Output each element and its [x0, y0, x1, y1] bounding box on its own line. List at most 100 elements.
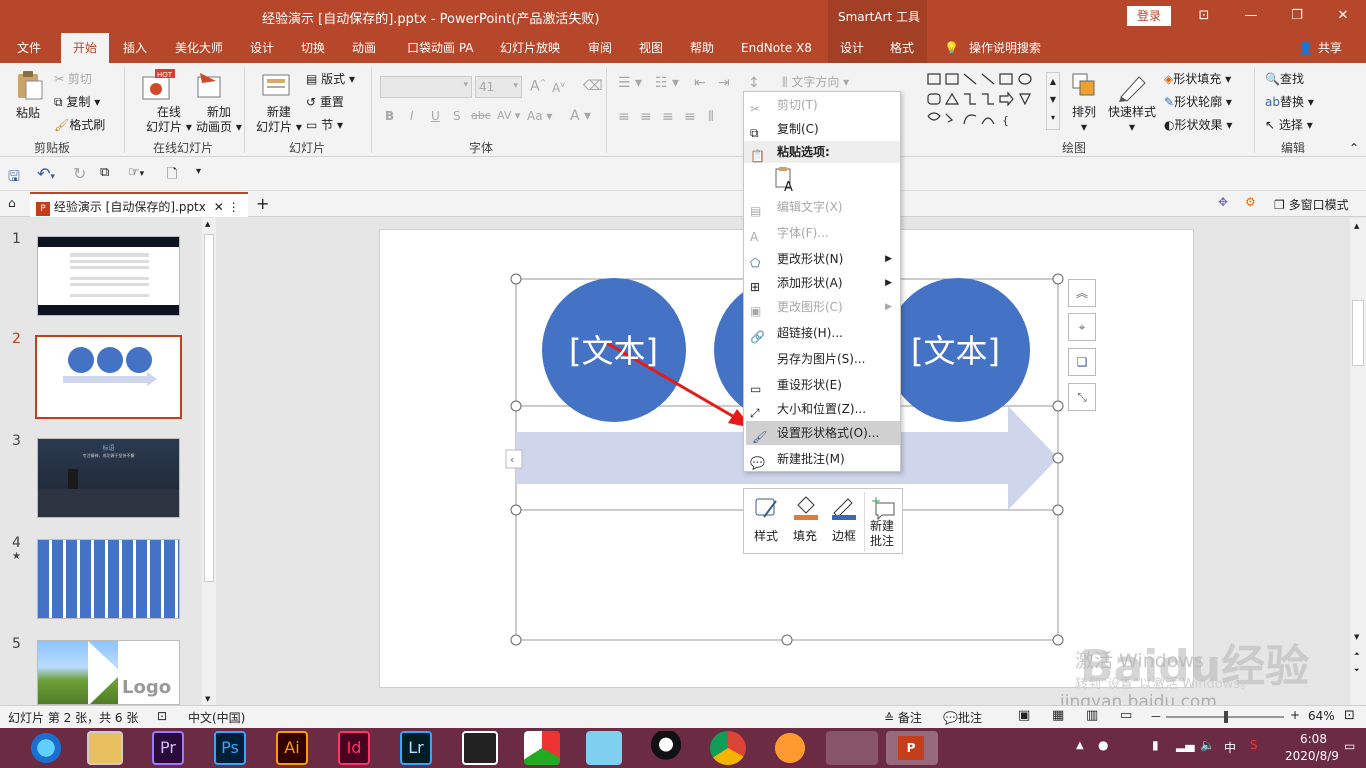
shapes-gallery[interactable]: { [926, 72, 1046, 130]
select-button[interactable]: ↖ 选择 ▾ [1265, 116, 1313, 133]
search-tell-me[interactable]: 操作说明搜索 [969, 33, 1041, 63]
settings-icon[interactable]: ⚙ [1245, 195, 1256, 209]
assistant-app-icon[interactable] [586, 731, 622, 765]
qq-icon[interactable] [648, 731, 684, 765]
multi-window-button[interactable]: ❐ 多窗口模式 [1274, 196, 1349, 213]
save-icon[interactable]: 🖫 [8, 166, 20, 190]
strikethrough-button[interactable]: abc [471, 109, 491, 122]
layout-options-up-icon[interactable]: ︽ [1068, 279, 1096, 307]
clock-time[interactable]: 6:08 [1300, 732, 1327, 746]
touch-mode-icon[interactable]: ☞▾ [128, 165, 144, 180]
cut-button[interactable]: ✂ 剪切 [54, 70, 92, 87]
redo-icon[interactable]: ↻ [73, 164, 86, 183]
language-status[interactable]: 中文(中国) [188, 709, 245, 726]
notes-button[interactable]: ≙ 备注 [884, 709, 922, 726]
tab-smartart-design[interactable]: 设计 [828, 33, 878, 63]
close-tab-icon[interactable]: ✕ [214, 200, 224, 214]
tab-beautify[interactable]: 美化大师 [175, 33, 223, 63]
reset-button[interactable]: ↺ 重置 [306, 93, 344, 110]
clock-date[interactable]: 2020/8/9 [1285, 749, 1339, 763]
shadow-button[interactable]: S [453, 109, 461, 123]
tray-qq-icon[interactable]: ● [1098, 738, 1108, 752]
section-button[interactable]: ▭ 节 ▾ [306, 116, 343, 133]
customize-qat-icon[interactable]: ▾ [196, 166, 201, 177]
char-spacing-button[interactable]: AV ▾ [497, 109, 520, 122]
tab-endnote[interactable]: EndNote X8 [741, 33, 812, 63]
new-animation-page-button[interactable]: 新加 动画页 ▾ [196, 105, 242, 135]
paste-keep-text-icon[interactable]: A [774, 167, 798, 195]
slide-sorter-icon[interactable]: ▦ [1052, 708, 1064, 723]
paste-button[interactable]: 粘贴 [16, 104, 40, 121]
ribbon-display-button[interactable]: ⊡ [1189, 6, 1219, 26]
shapes-gallery-scroll[interactable]: ▲ ▼ ▾ [1046, 72, 1060, 130]
battery-icon[interactable]: ▮ [1152, 738, 1159, 752]
zoom-slider-thumb[interactable] [1224, 711, 1228, 723]
bullets-icon[interactable]: ☰ ▾ [618, 75, 642, 91]
increase-indent-icon[interactable]: ⇥ [718, 75, 730, 91]
font-name-select[interactable]: ▾ [380, 76, 472, 98]
tab-review[interactable]: 审阅 [588, 33, 612, 63]
ime-indicator[interactable]: 中 [1224, 739, 1236, 756]
expand-icon[interactable]: ⤡ [1068, 383, 1096, 411]
menu-item-new-comment[interactable]: 💬 新建批注(M) [744, 447, 900, 471]
tab-design[interactable]: 设计 [250, 33, 274, 63]
bold-button[interactable]: B [385, 109, 394, 123]
menu-item-change-shape[interactable]: ⬠ 更改形状(N) ▶ [744, 247, 900, 271]
tab-home[interactable]: 开始 [61, 33, 110, 63]
slide-thumbnail-4[interactable] [37, 539, 180, 619]
chrome-icon[interactable] [710, 731, 746, 765]
premiere-icon[interactable]: Pr [152, 731, 184, 765]
mini-fill-button[interactable]: 填充 [793, 527, 817, 544]
restore-button[interactable]: ❐ [1282, 6, 1312, 26]
tab-file[interactable]: 文件 [17, 33, 41, 63]
tray-expand-icon[interactable]: ▲ [1076, 740, 1084, 751]
online-slides-button[interactable]: 在线 幻灯片 ▾ [146, 105, 192, 135]
close-button[interactable]: ✕ [1328, 6, 1358, 26]
menu-item-cut[interactable]: ✂ 剪切(T) [744, 93, 900, 117]
tool-icon[interactable]: ✥ [1218, 195, 1228, 209]
illustrator-icon[interactable]: Ai [276, 731, 308, 765]
notification-icon[interactable]: ▭ [1344, 739, 1355, 753]
browser-360-icon[interactable] [28, 731, 64, 765]
slideshow-icon[interactable]: ⧉ [100, 165, 109, 180]
collapse-ribbon-icon[interactable]: ⌃ [1349, 141, 1359, 155]
menu-item-hyperlink[interactable]: 🔗 超链接(H)... [744, 321, 900, 345]
menu-item-copy[interactable]: ⧉ 复制(C) [744, 117, 900, 141]
comments-button[interactable]: 💬批注 [943, 709, 982, 726]
slide-thumbnail-1[interactable] [37, 236, 180, 316]
columns-icon[interactable]: ⫴ [708, 109, 714, 125]
menu-item-change-graphic[interactable]: ▣ 更改图形(C) ▶ [744, 295, 900, 319]
slide-thumbnail-5[interactable]: Logo [37, 640, 180, 705]
network-icon[interactable]: ▂▄ [1176, 738, 1194, 752]
menu-item-font[interactable]: A 字体(F)... [744, 221, 900, 245]
justify-icon[interactable]: ≡ [684, 109, 696, 125]
tab-animations[interactable]: 动画 [352, 33, 376, 63]
slide-scrollbar[interactable]: ▲ ▼ ⏶ ⏷ [1350, 218, 1366, 705]
color-app-icon[interactable] [524, 731, 560, 765]
numbering-icon[interactable]: ☷ ▾ [655, 75, 679, 91]
change-case-button[interactable]: Aa ▾ [527, 109, 552, 123]
tab-transitions[interactable]: 切换 [301, 33, 325, 63]
italic-button[interactable]: I [410, 109, 414, 123]
indesign-icon[interactable]: Id [338, 731, 370, 765]
tab-help[interactable]: 帮助 [690, 33, 714, 63]
login-button[interactable]: 登录 [1127, 6, 1171, 26]
slide-thumbnail-2-selected[interactable] [35, 335, 182, 419]
lightroom-icon[interactable]: Lr [400, 731, 432, 765]
fit-to-window-icon[interactable]: ⊡ [1344, 708, 1355, 723]
circle-text-left[interactable]: [文本] [569, 326, 658, 372]
new-tab-button[interactable]: + [256, 194, 269, 213]
mini-comment-button[interactable]: 新建 批注 [870, 519, 894, 549]
tab-menu-icon[interactable]: ⋮ [228, 200, 240, 214]
mini-border-button[interactable]: 边框 [832, 527, 856, 544]
sogou-ime-icon[interactable]: S [1250, 738, 1258, 752]
menu-item-edit-text[interactable]: ▤ 编辑文字(X) [744, 195, 900, 219]
format-painter-button[interactable]: 🖌格式刷 [54, 116, 105, 133]
arrange-button[interactable]: 排列 ▾ [1072, 105, 1096, 135]
tab-insert[interactable]: 插入 [123, 33, 147, 63]
browser-app-icon[interactable] [772, 731, 808, 765]
tab-smartart-format[interactable]: 格式 [878, 33, 927, 63]
zoom-level[interactable]: 64% [1308, 709, 1335, 723]
slide-thumbnail-3[interactable]: 标语 专注精神，成功源于坚持不懈 [37, 438, 180, 518]
shape-outline-button[interactable]: ✎形状轮廓 ▾ [1164, 93, 1232, 110]
